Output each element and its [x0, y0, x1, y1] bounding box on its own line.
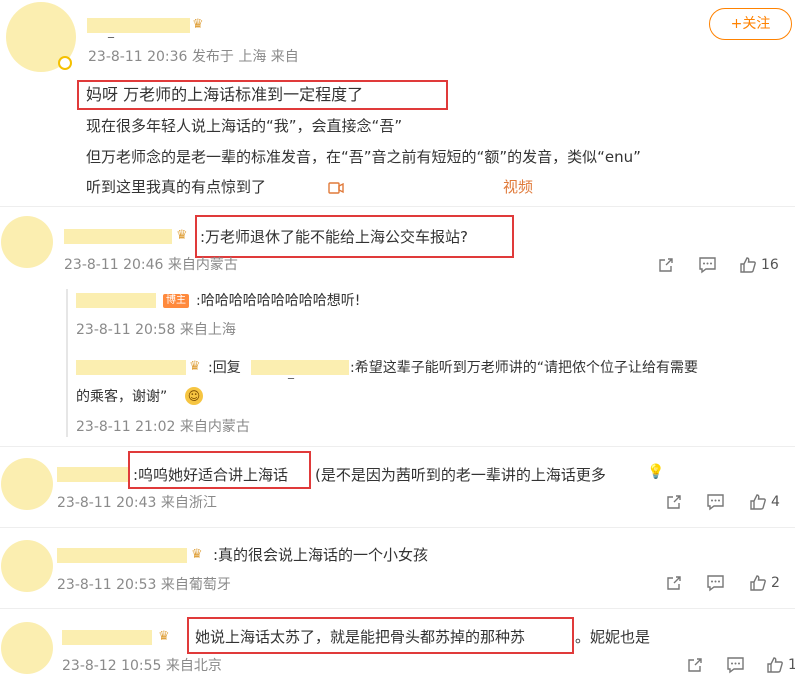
comment-avatar[interactable]: [1, 622, 53, 674]
comment-text-extra: 。妮妮也是: [575, 628, 651, 646]
comment-icon: [699, 257, 716, 274]
comment-author-name[interactable]: [57, 548, 187, 563]
comment-author-name[interactable]: [57, 467, 129, 482]
comment-meta: 23-8-12 10:55 来自北京: [62, 658, 222, 674]
post-line-2: 现在很多年轻人说上海话的“我”，会直接念“吾”: [86, 117, 403, 135]
highlight-box: [77, 80, 448, 110]
like-count: 16: [761, 257, 779, 273]
comment-meta: 23-8-11 20:53 来自葡萄牙: [57, 577, 231, 593]
like-icon: [750, 575, 766, 591]
crown-icon: ♛: [191, 547, 203, 562]
post-author-name[interactable]: [87, 18, 190, 33]
share-icon: [667, 576, 681, 590]
like-button[interactable]: 2: [749, 574, 780, 592]
comment-author-name[interactable]: [62, 630, 152, 645]
reply-text: :哈哈哈哈哈哈哈哈哈想听!: [196, 293, 361, 309]
post-line-4: 听到这里我真的有点惊到了: [86, 178, 267, 196]
like-button[interactable]: 1: [766, 656, 795, 674]
comment-text: :真的很会说上海话的一个小女孩: [213, 546, 429, 564]
like-button[interactable]: 4: [749, 493, 780, 511]
comment-avatar[interactable]: [1, 458, 53, 510]
like-count: 2: [771, 575, 780, 591]
comment-avatar[interactable]: [1, 540, 53, 592]
comment-button[interactable]: [706, 493, 725, 511]
reply-meta: 23-8-11 21:02 来自内蒙古: [76, 419, 250, 435]
share-button[interactable]: [686, 656, 704, 674]
like-count: 1: [788, 657, 795, 673]
comment-button[interactable]: [698, 256, 717, 274]
share-icon: [667, 495, 681, 509]
share-button[interactable]: [665, 493, 683, 511]
like-button[interactable]: 16: [739, 256, 779, 274]
comment-icon: [707, 494, 724, 511]
crown-icon: ♛: [192, 17, 204, 32]
video-link[interactable]: 视频: [503, 177, 533, 197]
reply-target-name[interactable]: [251, 360, 349, 375]
reply-target-suffix: _: [288, 365, 294, 379]
comment-icon: [707, 575, 724, 592]
reply-meta: 23-8-11 20:58 来自上海: [76, 322, 236, 338]
share-button[interactable]: [657, 256, 675, 274]
like-icon: [767, 657, 783, 673]
like-icon: [750, 494, 766, 510]
blogger-badge: 博主: [163, 294, 189, 308]
comment-author-name[interactable]: [64, 229, 172, 244]
comment-text-extra: (是不是因为茜听到的老一辈讲的上海话更多: [315, 466, 606, 484]
share-button[interactable]: [665, 574, 683, 592]
highlight-box: [195, 215, 514, 258]
comment-avatar[interactable]: [1, 216, 53, 268]
share-icon: [659, 258, 673, 272]
post-line-3: 但万老师念的是老一辈的标准发音，在“吾”音之前有短短的“额”的发音，类似“enu…: [86, 148, 641, 166]
highlight-box: [128, 451, 311, 489]
comment-button[interactable]: [726, 656, 745, 674]
comment-icon: [727, 657, 744, 674]
reply-prefix: :回复: [208, 360, 241, 376]
post-author-suffix: _: [108, 24, 114, 38]
vip-badge-icon: [58, 56, 72, 70]
post-meta: 23-8-11 20:36 发布于 上海 来自: [88, 49, 299, 65]
reply-author-name[interactable]: [76, 360, 186, 375]
like-icon: [740, 257, 756, 273]
share-icon: [688, 658, 702, 672]
reply-author-name[interactable]: [76, 293, 156, 308]
reply-text: :希望这辈子能听到万老师讲的“请把侬个位子让给有需要: [350, 360, 698, 376]
crown-icon: ♛: [189, 359, 201, 374]
reply-thread-line: [66, 289, 68, 437]
highlight-box: [187, 617, 574, 654]
reply-text-line2: 的乘客，谢谢”: [76, 389, 168, 405]
comment-meta: 23-8-11 20:43 来自浙江: [57, 495, 217, 511]
video-icon: [328, 180, 344, 199]
follow-button[interactable]: +关注: [709, 8, 792, 40]
bulb-emoji-icon: 💡: [647, 464, 665, 480]
crown-icon: ♛: [158, 629, 170, 644]
comment-meta: 23-8-11 20:46 来自内蒙古: [64, 257, 238, 273]
crown-icon: ♛: [176, 228, 188, 243]
comment-button[interactable]: [706, 574, 725, 592]
like-count: 4: [771, 494, 780, 510]
smile-emoji-icon: ☺: [185, 387, 203, 405]
